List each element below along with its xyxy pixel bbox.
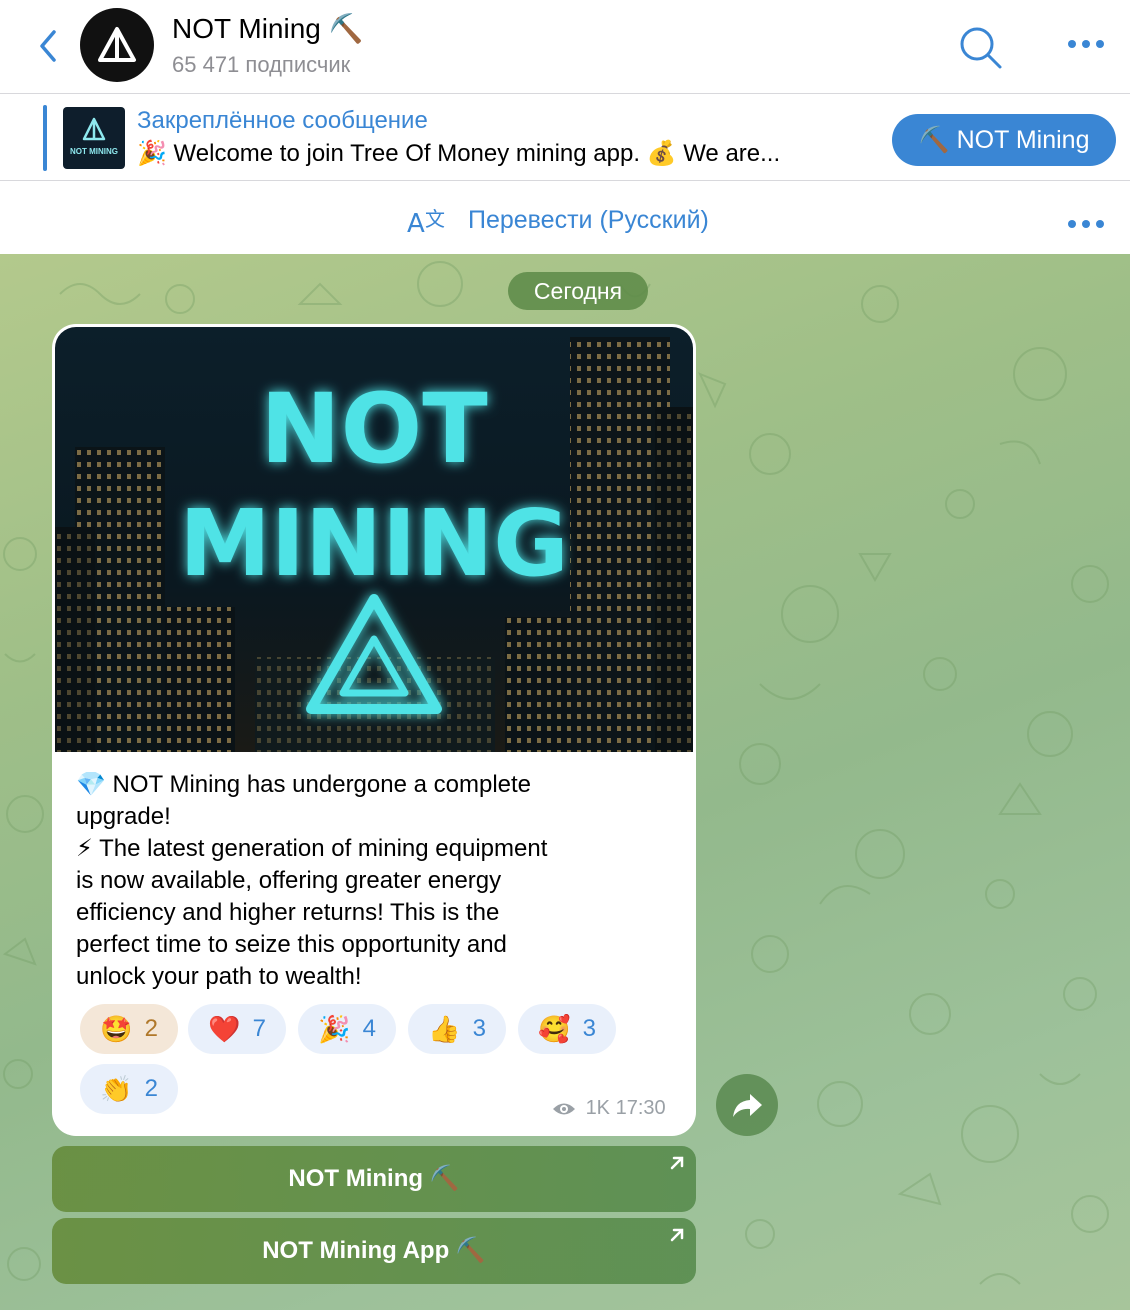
channel-avatar[interactable] xyxy=(80,8,154,82)
inline-button-label: NOT Mining App ⛏️ xyxy=(262,1237,486,1264)
post-meta: 1K 17:30 xyxy=(552,1097,666,1120)
post-text-line: upgrade! xyxy=(76,803,171,830)
pinned-indicator xyxy=(43,105,47,171)
chat-area[interactable]: Сегодня NOT MINING 💎 NOT Mining has unde… xyxy=(0,254,1130,1310)
share-arrow-icon xyxy=(733,1094,762,1117)
inline-button-label: NOT Mining ⛏️ xyxy=(288,1165,460,1192)
translate-button[interactable]: Перевести (Русский) xyxy=(468,206,709,235)
thumbs-up-emoji-icon: 👍 xyxy=(428,1014,461,1044)
view-count: 1K xyxy=(585,1097,611,1119)
external-link-arrow-icon xyxy=(670,1156,684,1170)
post-text: 💎 NOT Mining has undergone a complete up… xyxy=(76,769,676,993)
smiling-hearts-emoji-icon: 🥰 xyxy=(538,1014,571,1044)
channel-title[interactable]: NOT Mining ⛏️ xyxy=(172,12,364,45)
translate-options-icon[interactable] xyxy=(1062,210,1110,238)
views-eye-icon xyxy=(553,1103,575,1115)
reaction-star-struck[interactable]: 🤩 2 xyxy=(80,1004,178,1054)
reaction-count: 3 xyxy=(472,1015,486,1042)
reaction-clapping[interactable]: 👏 2 xyxy=(80,1064,178,1114)
post-text-line: ⚡ The latest generation of mining equipm… xyxy=(76,835,548,862)
post-text-line: is now available, offering greater energ… xyxy=(76,867,502,894)
star-struck-emoji-icon: 🤩 xyxy=(100,1014,133,1044)
reaction-count: 4 xyxy=(362,1015,376,1042)
post-text-line: perfect time to seize this opportunity a… xyxy=(76,931,507,958)
translate-icon[interactable]: A 文 xyxy=(405,200,449,240)
reaction-count: 3 xyxy=(582,1015,596,1042)
svg-text:A: A xyxy=(407,209,425,239)
message-bubble[interactable]: NOT MINING 💎 NOT Mining has undergone a … xyxy=(52,324,696,1136)
not-logo-icon xyxy=(98,27,136,62)
reaction-count: 2 xyxy=(144,1075,158,1102)
subscriber-count: 65 471 подписчик xyxy=(172,52,351,77)
inline-button-not-mining-app[interactable]: NOT Mining App ⛏️ xyxy=(52,1218,696,1284)
reaction-heart[interactable]: ❤️ 7 xyxy=(188,1004,286,1054)
translate-bar: A 文 Перевести (Русский) xyxy=(0,182,1130,254)
post-image[interactable]: NOT MINING xyxy=(55,327,693,752)
post-time: 17:30 xyxy=(615,1097,666,1119)
banner-text-mining: MINING xyxy=(179,490,569,597)
heart-emoji-icon: ❤️ xyxy=(208,1014,241,1044)
not-mining-banner: NOT MINING xyxy=(55,327,693,752)
search-icon[interactable] xyxy=(955,22,1005,72)
pinned-thumbnail: NOT MINING xyxy=(63,107,125,169)
post-text-line: efficiency and higher returns! This is t… xyxy=(76,899,500,926)
pinned-message-bar[interactable]: NOT MINING Закреплённое сообщение 🎉 Welc… xyxy=(0,95,1130,181)
external-link-arrow-icon xyxy=(670,1228,684,1242)
post-text-line: 💎 NOT Mining has undergone a complete xyxy=(76,771,532,798)
svg-text:文: 文 xyxy=(425,207,445,231)
pinned-text: 🎉 Welcome to join Tree Of Money mining a… xyxy=(137,140,781,167)
post-text-line: unlock your path to wealth! xyxy=(76,963,362,990)
clapping-hands-emoji-icon: 👏 xyxy=(100,1074,133,1104)
banner-text-not: NOT xyxy=(260,373,487,485)
reaction-thumbs-up[interactable]: 👍 3 xyxy=(408,1004,506,1054)
more-options-icon[interactable] xyxy=(1062,30,1110,58)
reaction-count: 7 xyxy=(252,1015,266,1042)
chat-header: NOT Mining ⛏️ 65 471 подписчик xyxy=(0,0,1130,94)
reaction-smiling-hearts[interactable]: 🥰 3 xyxy=(518,1004,616,1054)
date-separator: Сегодня xyxy=(508,272,648,310)
reaction-count: 2 xyxy=(144,1015,158,1042)
reaction-party[interactable]: 🎉 4 xyxy=(298,1004,396,1054)
inline-button-not-mining[interactable]: NOT Mining ⛏️ xyxy=(52,1146,696,1212)
party-popper-emoji-icon: 🎉 xyxy=(318,1014,351,1044)
pinned-thumbnail-text: NOT MINING xyxy=(70,147,118,156)
pinned-action-button[interactable]: ⛏️ NOT Mining xyxy=(892,114,1116,166)
back-chevron-icon[interactable] xyxy=(30,26,70,66)
pinned-label: Закреплённое сообщение xyxy=(137,107,428,134)
share-button[interactable] xyxy=(716,1074,778,1136)
